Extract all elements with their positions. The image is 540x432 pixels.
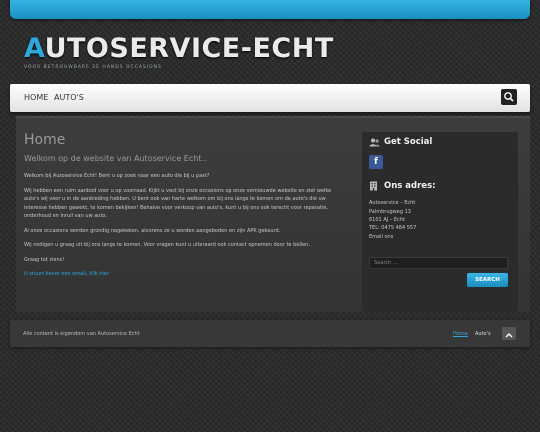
inspection-paragraph: Al onze occasions worden grondig nagekek… bbox=[24, 227, 281, 234]
footer-link-home[interactable]: Home bbox=[453, 331, 468, 338]
building-icon bbox=[370, 181, 377, 191]
social-widget-title: Get Social bbox=[384, 137, 433, 147]
back-to-top-button[interactable] bbox=[502, 327, 516, 340]
search-icon bbox=[504, 92, 514, 102]
invite-paragraph: Wij nodigen u graag uit bij ons langs te… bbox=[24, 242, 310, 248]
address-widget-title: Ons adres: bbox=[384, 181, 436, 191]
page-content: Home Welkom op de website van Autoservic… bbox=[24, 132, 342, 279]
logo-rest: UTOSERVICE-ECHT bbox=[44, 33, 334, 64]
chevron-up-icon bbox=[505, 333, 513, 338]
nav-item-autos[interactable]: AUTO'S bbox=[54, 93, 84, 103]
facebook-icon[interactable]: f bbox=[369, 155, 383, 169]
footer-copyright: Alle content is eigendom van Autoservice… bbox=[23, 331, 140, 337]
sidebar: Get Social f Ons adres: Autoservice – Ec… bbox=[362, 132, 518, 312]
search-button[interactable]: SEARCH bbox=[467, 273, 508, 287]
logo-tagline: VOOR BETROUWBARE 2E HANDS OCCASIONS bbox=[24, 65, 162, 70]
address-phone: TEL: 0475 484 557 bbox=[369, 225, 417, 231]
email-link[interactable]: U stuurt liever een email, klik hier bbox=[24, 271, 109, 277]
address-city: 6101 AJ – Echt bbox=[369, 217, 405, 223]
logo-title: AUTOSERVICE-ECHT bbox=[24, 34, 384, 64]
page-subtitle: Welkom op de website van Autoservice Ech… bbox=[24, 154, 207, 163]
address-company: Autoservice – Echt bbox=[369, 200, 416, 206]
top-accent-bar bbox=[10, 0, 530, 19]
email-paragraph: U stuurt liever een email, klik hier bbox=[24, 270, 342, 279]
email-us-link[interactable]: Email ons bbox=[369, 234, 393, 241]
logo-first-letter: A bbox=[24, 33, 45, 64]
search-input[interactable]: Search … bbox=[369, 257, 508, 269]
site-logo[interactable]: AUTOSERVICE-ECHT VOOR BETROUWBARE 2E HAN… bbox=[24, 34, 384, 74]
intro-paragraph: Welkom bij Autoservice Echt! Bent u op z… bbox=[24, 173, 210, 179]
page-title: Home bbox=[24, 132, 66, 148]
greeting-paragraph: Graag tot ziens! bbox=[24, 256, 65, 263]
footer-link-autos[interactable]: Auto's bbox=[475, 331, 491, 338]
offer-paragraph: Wij hebben een ruim aanbod voor u op voo… bbox=[24, 187, 332, 220]
users-icon bbox=[369, 138, 380, 147]
footer: Alle content is eigendom van Autoservice… bbox=[10, 320, 530, 347]
nav-item-home[interactable]: HOME bbox=[24, 93, 48, 103]
main-navigation: HOME AUTO'S bbox=[10, 84, 530, 112]
main-top-divider bbox=[16, 116, 530, 118]
address-street: Palmbrugweg 13 bbox=[369, 209, 411, 215]
nav-search-button[interactable] bbox=[501, 89, 517, 105]
